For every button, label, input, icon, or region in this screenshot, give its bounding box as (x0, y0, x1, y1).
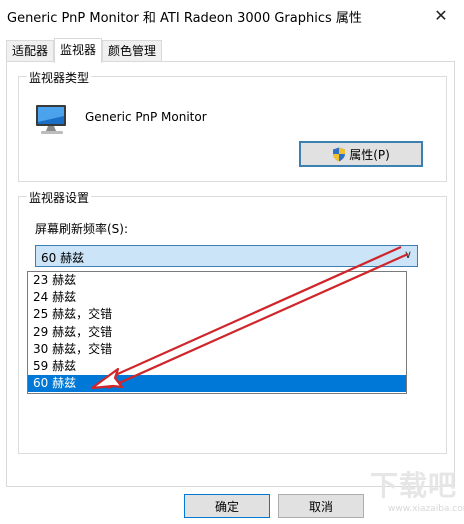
tab-color-management[interactable]: 颜色管理 (102, 40, 163, 62)
refresh-option-25-interlaced[interactable]: 25 赫兹，交错 (28, 306, 406, 323)
refresh-option-30-interlaced[interactable]: 30 赫兹，交错 (28, 341, 406, 358)
refresh-rate-label: 屏幕刷新频率(S): (35, 222, 129, 236)
refresh-option-29-interlaced[interactable]: 29 赫兹，交错 (28, 324, 406, 341)
close-button[interactable]: ✕ (418, 0, 464, 30)
ok-button[interactable]: 确定 (184, 494, 270, 518)
refresh-rate-dropdown-list: 23 赫兹 24 赫兹 25 赫兹，交错 29 赫兹，交错 30 赫兹，交错 5… (27, 271, 407, 394)
monitor-icon (36, 105, 66, 134)
shield-icon (333, 147, 346, 161)
refresh-option-24[interactable]: 24 赫兹 (28, 289, 406, 306)
refresh-rate-select[interactable]: 60 赫兹 ∨ (35, 245, 418, 267)
title-bar: Generic PnP Monitor 和 ATI Radeon 3000 Gr… (0, 0, 464, 30)
monitor-type-group: 监视器类型 Generic PnP Monitor 属性(P) (18, 69, 447, 182)
tab-monitor[interactable]: 监视器 (54, 38, 103, 63)
watermark-logo: 下载吧 www.xiazaiba.com (342, 460, 464, 518)
watermark-url: www.xiazaiba.com (388, 504, 464, 514)
refresh-option-59[interactable]: 59 赫兹 (28, 358, 406, 375)
tab-adapter[interactable]: 适配器 (6, 40, 55, 62)
monitor-name: Generic PnP Monitor (85, 110, 207, 124)
monitor-settings-title: 监视器设置 (27, 189, 92, 206)
refresh-option-60[interactable]: 60 赫兹 (28, 375, 406, 393)
tab-strip: 适配器 监视器 颜色管理 (6, 38, 163, 63)
refresh-option-23[interactable]: 23 赫兹 (28, 272, 406, 289)
properties-button-label: 属性(P) (349, 147, 390, 162)
monitor-type-title: 监视器类型 (27, 69, 92, 86)
refresh-rate-value: 60 赫兹 (41, 251, 85, 265)
chevron-down-icon: ∨ (403, 248, 412, 261)
close-icon: ✕ (434, 5, 448, 25)
window-title: Generic PnP Monitor 和 ATI Radeon 3000 Gr… (7, 11, 362, 26)
watermark-text: 下载吧 (370, 469, 458, 502)
properties-button[interactable]: 属性(P) (299, 141, 423, 167)
